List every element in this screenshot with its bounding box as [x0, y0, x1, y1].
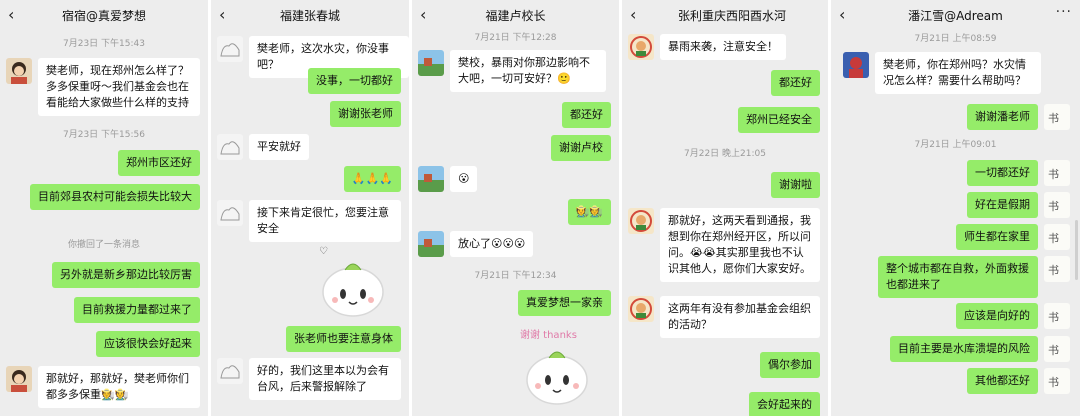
message-bubble-outgoing[interactable]: 都还好	[771, 70, 820, 96]
svg-text:书: 书	[1048, 311, 1059, 324]
chat-header: ‹ 宿宿@真爱梦想	[0, 0, 208, 30]
chat-title: 福建张春城	[279, 9, 340, 23]
contact-avatar[interactable]	[6, 366, 32, 392]
contact-avatar[interactable]	[217, 200, 243, 226]
recall-notice: 你撤回了一条消息	[67, 240, 140, 250]
chat-header: ‹ 福建张春城	[211, 0, 409, 30]
message-bubble-incoming[interactable]: 好的，我们这里本以为会有台风，后来警报解除了	[249, 358, 401, 400]
message-bubble-outgoing[interactable]: 郑州市区还好	[118, 150, 200, 176]
timestamp: 7月21日 下午12:28	[474, 33, 557, 43]
contact-avatar[interactable]	[418, 166, 444, 192]
sticker-caption: 谢谢 thanks	[520, 328, 577, 341]
message-bubble-outgoing[interactable]: 没事，一切都好	[308, 68, 401, 94]
message-bubble-outgoing[interactable]: 🙏🙏🙏	[343, 166, 401, 192]
message-bubble-outgoing[interactable]: 目前主要是水库溃堤的风险	[890, 336, 1038, 362]
message-bubble-outgoing[interactable]: 🧑‍🌾🧑‍🌾	[567, 199, 611, 225]
message-bubble-outgoing[interactable]: 一切都还好	[967, 160, 1038, 186]
message-bubble-incoming[interactable]: 放心了😮😮😮	[450, 231, 534, 257]
chat-header: ‹ 潘江雪@Adream ···	[831, 0, 1080, 30]
timestamp: 7月22日 晚上21:05	[684, 149, 766, 159]
message-bubble-incoming[interactable]: 😮	[450, 166, 478, 192]
my-avatar[interactable]: 书	[1044, 104, 1070, 130]
contact-avatar[interactable]	[418, 231, 444, 257]
timestamp: 7月23日 下午15:56	[63, 130, 145, 140]
my-avatar[interactable]: 书	[1044, 256, 1070, 282]
message-bubble-outgoing[interactable]: 另外就是新乡那边比较厉害	[52, 262, 200, 288]
message-bubble-outgoing[interactable]: 都还好	[562, 102, 611, 128]
my-avatar[interactable]: 书	[1044, 224, 1070, 250]
chat-panel-4: ‹ 张利重庆西阳酉水河 暴雨来袭，注意安全！ 都还好 郑州已经安全 7月22日 …	[622, 0, 828, 416]
chat-header: ‹ 张利重庆西阳酉水河	[622, 0, 828, 30]
svg-text:书: 书	[1048, 344, 1059, 357]
chat-title: 潘江雪@Adream	[908, 9, 1003, 23]
message-bubble-incoming[interactable]: 那就好，那就好，樊老师你们都多多保重🧑‍🌾🧑‍🌾	[38, 366, 200, 408]
message-bubble-outgoing[interactable]: 整个城市都在自救，外面救援也都进来了	[878, 256, 1038, 298]
scrollbar[interactable]	[1075, 220, 1078, 280]
message-bubble-incoming[interactable]: 暴雨来袭，注意安全！	[660, 34, 786, 60]
message-bubble-outgoing[interactable]: 应该是向好的	[956, 303, 1038, 329]
contact-avatar[interactable]	[217, 36, 243, 62]
message-bubble-outgoing[interactable]: 目前救援力量都过来了	[74, 297, 200, 323]
svg-text:书: 书	[1048, 200, 1059, 213]
message-bubble-outgoing[interactable]: 师生都在家里	[956, 224, 1038, 250]
timestamp: 7月21日 上午09:01	[914, 140, 997, 150]
message-bubble-outgoing[interactable]: 目前郊县农村可能会损失比较大	[30, 184, 200, 210]
my-avatar[interactable]: 书	[1044, 160, 1070, 186]
timestamp: 7月21日 下午12:34	[474, 271, 557, 281]
message-bubble-outgoing[interactable]: 谢谢张老师	[330, 101, 401, 127]
svg-text:书: 书	[1048, 264, 1059, 277]
contact-avatar[interactable]	[843, 52, 869, 78]
svg-text:书: 书	[1048, 112, 1059, 125]
message-bubble-outgoing[interactable]: 谢谢潘老师	[967, 104, 1038, 130]
chat-collage: ‹ 宿宿@真爱梦想 7月23日 下午15:43 樊老师，现在郑州怎么样了？多多保…	[0, 0, 1080, 416]
my-avatar[interactable]: 书	[1044, 192, 1070, 218]
contact-avatar[interactable]	[418, 50, 444, 76]
bun-sticker[interactable]: ♡	[311, 240, 391, 323]
chat-title: 福建卢校长	[485, 9, 546, 23]
message-bubble-incoming[interactable]: 樊老师，现在郑州怎么样了？多多保重呀～我们基金会也在看能给大家做些什么样的支持	[38, 58, 200, 116]
timestamp: 7月21日 上午08:59	[914, 34, 997, 44]
message-bubble-outgoing[interactable]: 真爱梦想一家亲	[518, 290, 611, 316]
message-bubble-incoming[interactable]: 那就好，这两天看到通报，我想到你在郑州经开区，所以问问。😭😭其实那里我也不认识其…	[660, 208, 820, 282]
message-bubble-outgoing[interactable]: 谢谢啦	[771, 172, 820, 198]
message-bubble-outgoing[interactable]: 郑州已经安全	[738, 107, 820, 133]
more-options-icon[interactable]: ···	[1056, 4, 1072, 20]
contact-avatar[interactable]	[628, 296, 654, 322]
message-bubble-incoming[interactable]: 接下来肯定很忙，您要注意安全	[249, 200, 401, 242]
svg-text:书: 书	[1048, 376, 1059, 389]
my-avatar[interactable]: 书	[1044, 303, 1070, 329]
message-bubble-incoming[interactable]: 平安就好	[249, 134, 309, 160]
svg-text:书: 书	[1048, 232, 1059, 245]
message-bubble-outgoing[interactable]: 谢谢卢校	[551, 135, 611, 161]
chat-panel-1: ‹ 宿宿@真爱梦想 7月23日 下午15:43 樊老师，现在郑州怎么样了？多多保…	[0, 0, 208, 416]
chat-header: ‹ 福建卢校长	[412, 0, 619, 30]
chat-panel-2: ‹ 福建张春城 樊老师，这次水灾，你没事吧？ 没事，一切都好 谢谢张老师 平安就…	[211, 0, 409, 416]
thanks-sticker[interactable]: 谢谢 thanks	[512, 320, 602, 413]
message-bubble-outgoing[interactable]: 好在是假期	[967, 192, 1038, 218]
message-bubble-incoming[interactable]: 樊校，暴雨对你那边影响不大吧，一切可安好？🙂	[450, 50, 606, 92]
timestamp: 7月23日 下午15:43	[63, 39, 145, 49]
svg-text:♡: ♡	[319, 246, 328, 257]
message-bubble-incoming[interactable]: 这两年有没有参加基金会组织的活动？	[660, 296, 820, 338]
svg-text:书: 书	[1048, 168, 1059, 181]
message-bubble-outgoing[interactable]: 张老师也要注意身体	[286, 326, 401, 352]
message-bubble-outgoing[interactable]: 应该很快会好起来	[96, 331, 200, 357]
message-bubble-outgoing[interactable]: 其他都还好	[967, 368, 1038, 394]
chat-panel-5: ‹ 潘江雪@Adream ··· 7月21日 上午08:59 樊老师，你在郑州吗…	[831, 0, 1080, 416]
chat-title: 张利重庆西阳酉水河	[677, 9, 786, 23]
chat-panel-3: ‹ 福建卢校长 7月21日 下午12:28 樊校，暴雨对你那边影响不大吧，一切可…	[412, 0, 619, 416]
contact-avatar[interactable]	[628, 34, 654, 60]
contact-avatar[interactable]	[6, 58, 32, 84]
contact-avatar[interactable]	[217, 134, 243, 160]
message-bubble-incoming[interactable]: 樊老师，你在郑州吗？水灾情况怎么样？需要什么帮助吗？	[875, 52, 1041, 94]
contact-avatar[interactable]	[628, 208, 654, 234]
my-avatar[interactable]: 书	[1044, 336, 1070, 362]
message-bubble-outgoing[interactable]: 会好起来的	[749, 392, 820, 416]
contact-avatar[interactable]	[217, 358, 243, 384]
message-bubble-outgoing[interactable]: 偶尔参加	[760, 352, 820, 378]
chat-title: 宿宿@真爱梦想	[61, 9, 146, 23]
my-avatar[interactable]: 书	[1044, 368, 1070, 394]
